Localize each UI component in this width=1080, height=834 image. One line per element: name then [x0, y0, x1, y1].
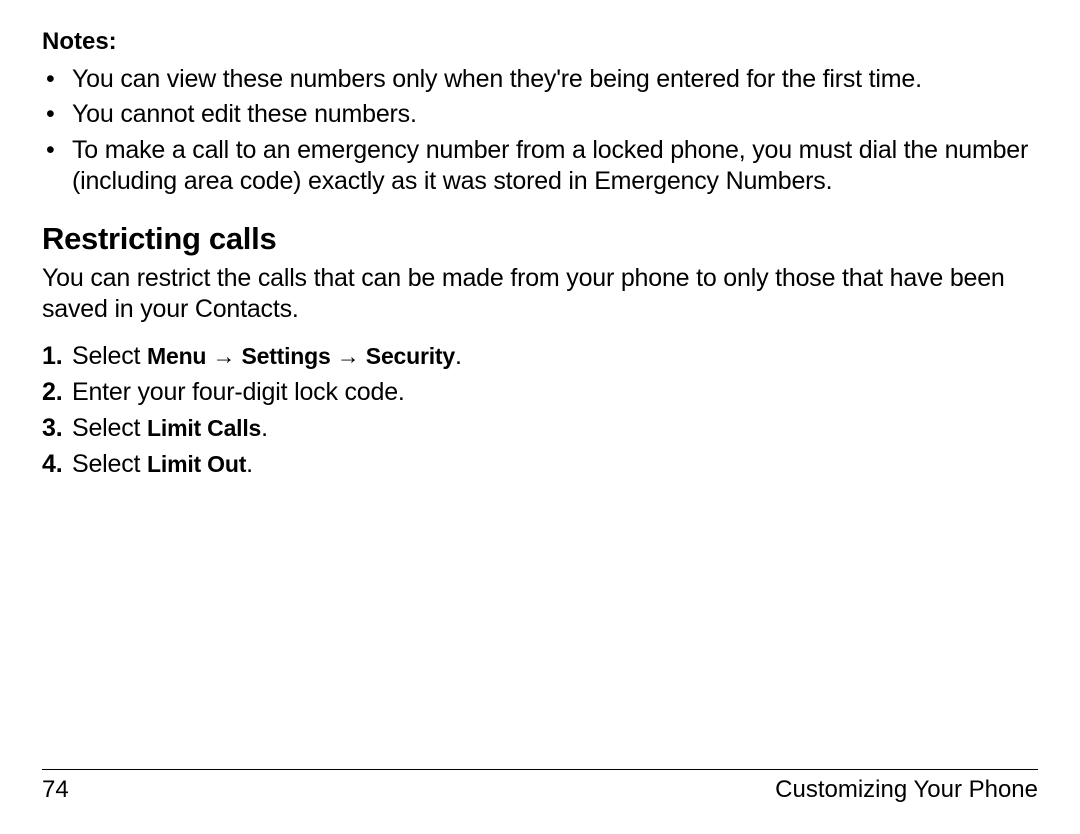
- step-suffix: .: [455, 342, 462, 370]
- step-text-prefix: Select: [72, 450, 147, 478]
- step-bold: Limit Out: [147, 451, 246, 477]
- step-number: 1.: [42, 338, 62, 374]
- step-item: 3. Select Limit Calls.: [72, 410, 1038, 446]
- step-item: 4. Select Limit Out.: [72, 446, 1038, 482]
- step-text-prefix: Select: [72, 414, 147, 442]
- notes-item: You can view these numbers only when the…: [72, 64, 1038, 95]
- step-item: 1. Select Menu → Settings → Security.: [72, 338, 1038, 374]
- step-bold: Limit Calls: [147, 415, 261, 441]
- notes-heading: Notes:: [42, 28, 1038, 56]
- step-number: 2.: [42, 374, 62, 410]
- step-number: 4.: [42, 446, 62, 482]
- step-menu-path: Menu → Settings → Security: [147, 343, 455, 369]
- step-item: 2. Enter your four-digit lock code.: [72, 374, 1038, 410]
- section-intro: You can restrict the calls that can be m…: [42, 263, 1038, 326]
- step-text: Enter your four-digit lock code.: [72, 378, 405, 406]
- notes-item: You cannot edit these numbers.: [72, 99, 1038, 130]
- page-footer: 74 Customizing Your Phone: [42, 769, 1038, 804]
- steps-list: 1. Select Menu → Settings → Security. 2.…: [42, 338, 1038, 483]
- notes-item: To make a call to an emergency number fr…: [72, 135, 1038, 198]
- step-text-prefix: Select: [72, 342, 147, 370]
- page-number: 74: [42, 776, 69, 804]
- notes-list: You can view these numbers only when the…: [42, 64, 1038, 197]
- chapter-title: Customizing Your Phone: [775, 776, 1038, 804]
- step-suffix: .: [261, 414, 268, 442]
- step-number: 3.: [42, 410, 62, 446]
- step-suffix: .: [246, 450, 253, 478]
- section-heading: Restricting calls: [42, 221, 1038, 257]
